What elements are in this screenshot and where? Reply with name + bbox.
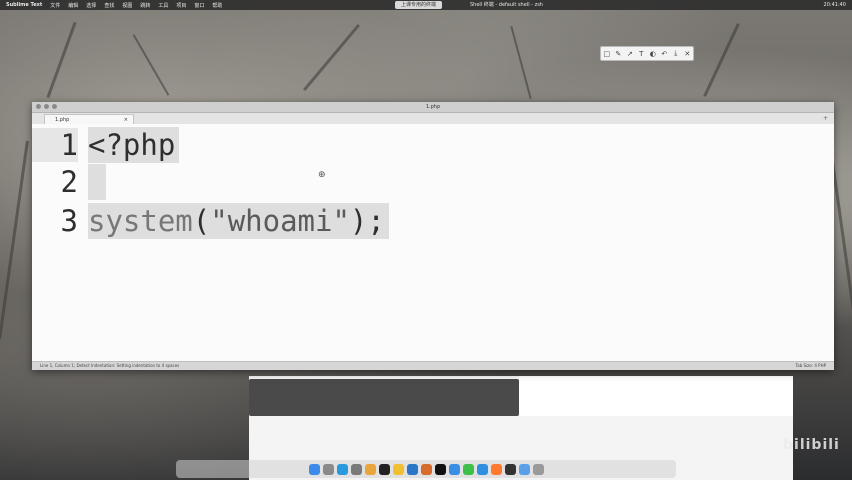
notes-icon[interactable] [392, 463, 404, 475]
annotation-toolbar: □ ✎ ↗ T ◐ ↶ ⤓ ✕ [600, 46, 694, 61]
code-editor[interactable]: 1 <?php 2 3 system("whoami"); ⊕ [32, 124, 834, 362]
string-literal: "whoami" [210, 204, 350, 238]
preview-icon[interactable] [518, 463, 530, 475]
background-dark-panel[interactable] [249, 379, 519, 416]
editor-window: 1.php 1.php × + 1 <?php 2 3 system("whoa… [32, 102, 834, 370]
function-name: system [88, 204, 193, 238]
menu-find[interactable]: 查找 [104, 2, 114, 9]
mosaic-icon[interactable]: ◐ [648, 50, 657, 58]
folder-icon[interactable] [448, 463, 460, 475]
launchpad-icon[interactable] [322, 463, 334, 475]
menu-view[interactable]: 视图 [122, 2, 132, 9]
rect-icon[interactable]: □ [602, 50, 611, 58]
safari-icon[interactable] [336, 463, 348, 475]
php-open-tag: <?php [88, 128, 176, 162]
code-text: system("whoami"); [88, 203, 389, 239]
menu-goto[interactable]: 跳转 [140, 2, 150, 9]
chrome-icon[interactable] [364, 463, 376, 475]
code-text [88, 164, 106, 200]
status-position: Line 1, Column 1; Detect Indentation: Se… [40, 363, 180, 368]
code-line[interactable]: 3 system("whoami"); [32, 203, 389, 239]
paren-close: ); [349, 204, 385, 238]
menu-tools[interactable]: 工具 [158, 2, 168, 9]
status-syntax[interactable]: Tab Size: 4 PHP [795, 362, 826, 370]
code-text: <?php [88, 127, 180, 163]
trash-icon[interactable] [532, 463, 544, 475]
menubar-clock[interactable]: 20:41:40 [824, 0, 846, 10]
bilibili-watermark: bilibili [783, 437, 840, 453]
pen-icon[interactable]: ✎ [614, 50, 623, 58]
settings-icon[interactable] [350, 463, 362, 475]
wechat-icon[interactable] [462, 463, 474, 475]
menubar: Sublime Text 文件 编辑 选择 查找 视图 跳转 工具 项目 窗口 … [0, 0, 852, 10]
save-icon[interactable]: ⤓ [671, 49, 680, 58]
menubar-app-name[interactable]: Sublime Text [6, 2, 42, 8]
new-tab-icon[interactable]: + [823, 113, 828, 124]
line-number: 3 [60, 204, 78, 238]
x-icon[interactable] [434, 463, 446, 475]
menubar-terminal-label[interactable]: Shell 终端 - default shell - zsh [470, 0, 543, 10]
menu-help[interactable]: 帮助 [212, 2, 222, 9]
code-line[interactable]: 2 [32, 164, 106, 200]
menu-selection[interactable]: 选择 [86, 2, 96, 9]
mouse-cursor-icon: ⊕ [318, 170, 326, 180]
tab-label: 1.php [55, 117, 70, 123]
window-titlebar[interactable]: 1.php [32, 102, 834, 113]
menu-window[interactable]: 窗口 [194, 2, 204, 9]
menu-edit[interactable]: 编辑 [68, 2, 78, 9]
finder-icon[interactable] [308, 463, 320, 475]
vscode-icon[interactable] [406, 463, 418, 475]
qq-icon[interactable] [476, 463, 488, 475]
menu-file[interactable]: 文件 [50, 2, 60, 9]
menubar-active-window-label[interactable]: 上课专用的终端 [395, 1, 443, 9]
line-number: 2 [60, 165, 78, 199]
typora-icon[interactable] [504, 463, 516, 475]
status-bar: Line 1, Column 1; Detect Indentation: Se… [32, 361, 834, 370]
text-icon[interactable]: T [637, 50, 646, 58]
undo-icon[interactable]: ↶ [660, 50, 669, 58]
background-window-header [519, 376, 793, 416]
menu-project[interactable]: 项目 [176, 2, 186, 9]
burp-icon[interactable] [420, 463, 432, 475]
terminal-icon[interactable] [378, 463, 390, 475]
window-title: 1.php [425, 104, 441, 110]
paren-open: ( [192, 204, 211, 238]
close-icon[interactable]: ✕ [683, 50, 692, 58]
dock [176, 460, 676, 478]
code-line[interactable]: 1 <?php [32, 127, 180, 163]
sublime-icon[interactable] [490, 463, 502, 475]
line-number: 1 [32, 128, 78, 162]
arrow-icon[interactable]: ↗ [625, 50, 634, 58]
